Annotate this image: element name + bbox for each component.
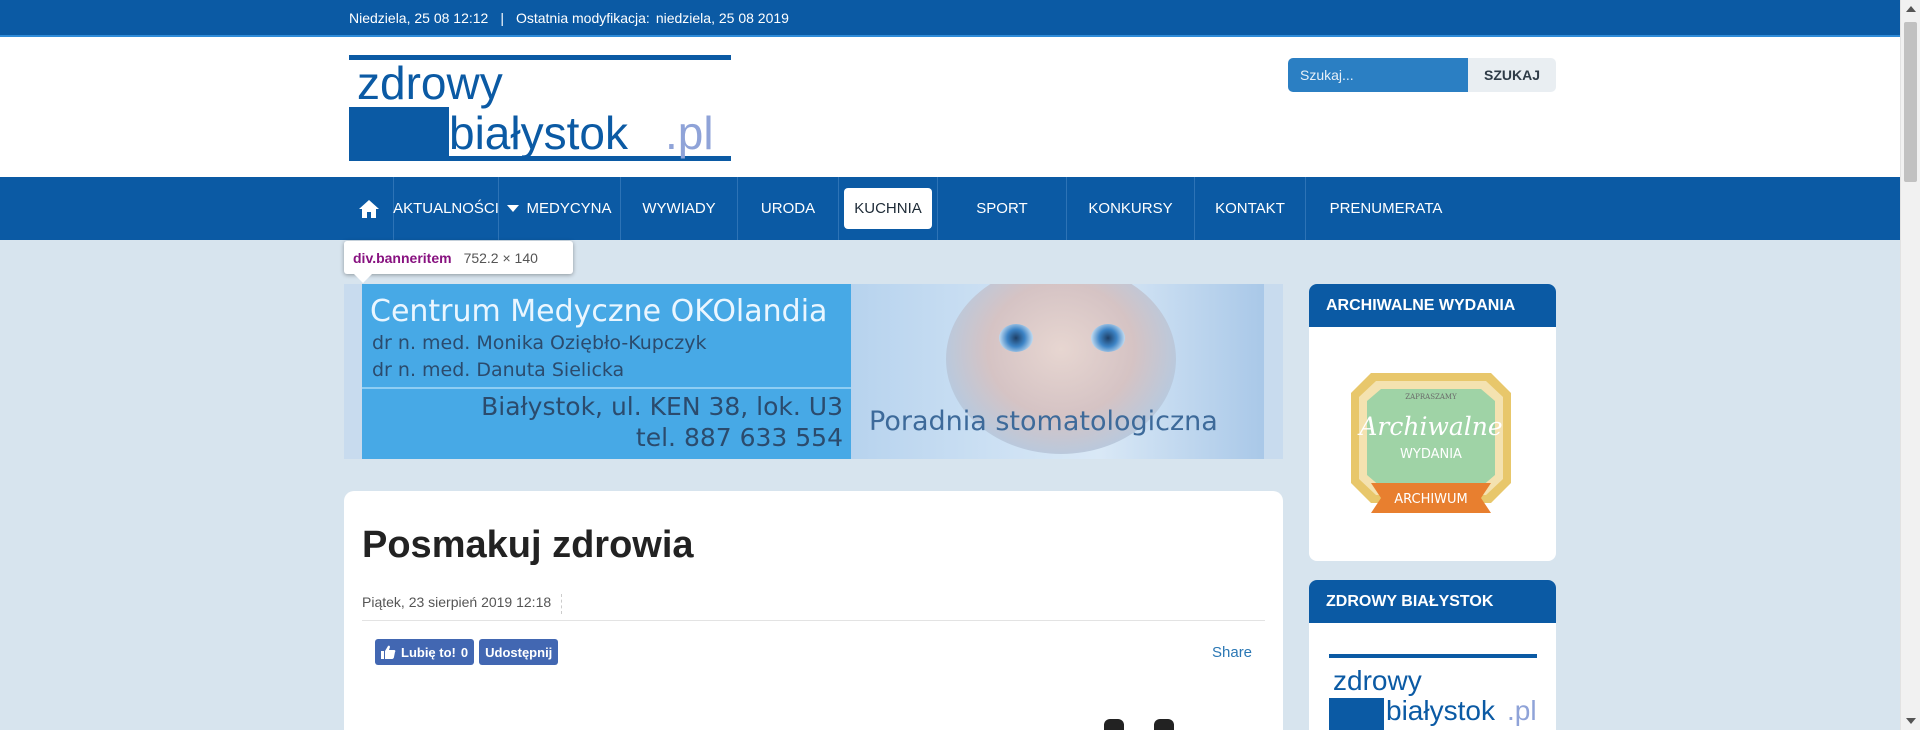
banner-image-panel: Poradnia stomatologiczna [851,284,1264,459]
scrollbar-thumb[interactable] [1904,22,1917,182]
nav-item-medycyna[interactable]: MEDYCYNA [499,177,621,240]
separator: | [500,10,504,26]
banner-ad[interactable]: Centrum Medyczne OKOlandia dr n. med. Mo… [344,284,1283,459]
article-card: Posmakuj zdrowia Piątek, 23 sierpień 201… [344,491,1283,730]
tooltip-tag: div [353,249,373,266]
tooltip-selector: div.banneritem [353,250,452,266]
zb-logo-bialystok: białystok [1386,695,1496,726]
zb-logo-pl: .pl [1507,695,1537,726]
zb-logo-zdrowy: zdrowy [1333,665,1422,696]
fb-share-label: Udostępnij [485,644,553,660]
nav-home[interactable] [344,177,394,240]
site-logo[interactable]: zdrowy białystok .pl [349,55,731,161]
facebook-buttons: Lubię to! 0 Udostępnij [375,639,559,665]
badge-sub-text: WYDANIA [1400,447,1462,462]
logo-text-pl: .pl [665,107,714,159]
top-bar: Niedziela, 25 08 12:12 | Ostatnia modyfi… [0,0,1900,37]
eye-left [999,324,1033,352]
nav-item-label: KUCHNIA [844,188,932,229]
zb-logo-image[interactable]: zdrowy białystok .pl [1329,654,1537,730]
nav-item-uroda[interactable]: URODA [738,177,839,240]
eye-right [1091,324,1125,352]
nav-item-kuchnia[interactable]: KUCHNIA [839,177,938,240]
banner-divider [362,387,851,389]
last-modified-value: niedziela, 25 08 2019 [655,10,789,26]
badge-top-text: ZAPRASZAMY [1405,393,1457,401]
banner-address: Białystok, ul. KEN 38, lok. U3 [481,392,843,421]
banner-tagline: Poradnia stomatologiczna [869,406,1218,437]
article-title: Posmakuj zdrowia [362,524,694,566]
fb-share-button[interactable]: Udostępnij [479,639,559,665]
share-link[interactable]: Share [1212,644,1252,661]
logo-text-zdrowy: zdrowy [357,57,503,109]
zdrowy-bialystok-widget: ZDROWY BIAŁYSTOK zdrowy białystok .pl [1309,580,1556,730]
bottle-shape [1154,719,1174,730]
banner-phone: tel. 887 633 554 [635,423,843,452]
nav-item-sport[interactable]: SPORT [938,177,1067,240]
nav-item-kontakt[interactable]: KONTAKT [1195,177,1306,240]
banner-doctor-2: dr n. med. Danuta Sielicka [372,359,625,381]
badge-ribbon-text: ARCHIWUM [1394,492,1468,507]
article-divider [362,620,1265,621]
banner-doctor-1: dr n. med. Monika Oziębło-Kupczyk [372,332,707,354]
main-nav: AKTUALNOŚCI MEDYCYNA WYWIADY URODA KUCHN… [0,177,1900,240]
nav-item-label: SPORT [976,200,1028,217]
nav-item-wywiady[interactable]: WYWIADY [621,177,738,240]
banner-clinic-name: Centrum Medyczne OKOlandia [370,294,828,329]
article-date: Piątek, 23 sierpień 2019 12:18 [362,594,563,614]
nav-item-label: KONKURSY [1088,200,1173,217]
scroll-up-arrow-icon[interactable] [1906,6,1916,12]
fb-like-count: 0 [460,644,469,660]
inspector-tooltip: div.banneritem 752.2 × 140 [344,241,573,283]
scroll-down-arrow-icon[interactable] [1906,718,1916,724]
zb-widget-title: ZDROWY BIAŁYSTOK [1309,580,1556,623]
nav-item-label: PRENUMERATA [1329,200,1443,217]
nav-item-label: AKTUALNOŚCI [393,200,499,217]
search-button[interactable]: SZUKAJ [1468,58,1556,92]
current-date: Niedziela, 25 08 12:12 [349,10,489,26]
caret-down-icon [507,205,520,212]
search-form: SZUKAJ [1288,58,1556,92]
nav-item-label: KONTAKT [1215,200,1285,217]
home-icon [358,199,379,218]
nav-item-aktualnosci[interactable]: AKTUALNOŚCI [393,177,499,240]
nav-item-konkursy[interactable]: KONKURSY [1067,177,1195,240]
tooltip-dimensions: 752.2 × 140 [463,249,538,266]
nav-item-label: URODA [760,200,816,217]
site-header: zdrowy białystok .pl SZUKAJ [0,37,1900,177]
article-image-partial [1104,719,1174,730]
bottle-shape [1104,719,1124,730]
nav-item-label: MEDYCYNA [526,200,612,217]
archive-badge-image[interactable]: ZAPRASZAMY Archiwalne WYDANIA ARCHIWUM [1331,363,1531,533]
logo-text-bialystok: białystok [449,107,629,159]
tooltip-class: .banneritem [372,249,452,266]
archive-widget: ARCHIWALNE WYDANIA ZAPRASZAMY Archiwalne… [1309,284,1556,561]
last-modified-label: Ostatnia modyfikacja: [515,10,650,26]
archive-widget-title: ARCHIWALNE WYDANIA [1309,284,1556,327]
nav-item-label: WYWIADY [642,200,716,217]
banner-text-panel: Centrum Medyczne OKOlandia dr n. med. Mo… [362,284,851,459]
nav-item-prenumerata[interactable]: PRENUMERATA [1306,177,1466,240]
thumbs-up-icon [381,645,396,659]
page-scrollbar[interactable] [1900,0,1920,730]
fb-like-label: Lubię to! [401,644,456,660]
badge-main-text: Archiwalne [1357,412,1502,441]
fb-like-button[interactable]: Lubię to! 0 [375,639,475,665]
search-input[interactable] [1288,58,1468,92]
